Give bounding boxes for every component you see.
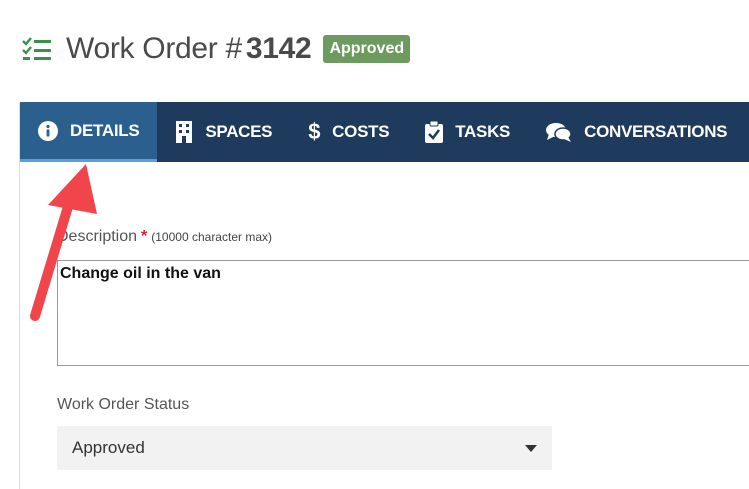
info-icon [38,120,58,141]
description-label-text: Description [57,228,138,245]
tab-spaces[interactable]: SPACES [157,102,290,162]
building-icon [175,121,193,143]
status-select-value: Approved [72,438,145,457]
tab-details[interactable]: DETAILS [20,102,158,162]
character-limit-hint: (10000 character max) [151,230,272,244]
clipboard-check-icon [425,121,444,143]
tab-bar: DETAILS SPACES $ COSTS TASKS CONVERSATIO… [20,102,749,162]
tab-conversations-label: CONVERSATIONS [584,122,728,141]
checklist-icon [22,36,52,62]
status-select[interactable]: Approved [57,426,552,470]
chevron-down-icon [525,444,537,452]
description-textarea[interactable]: Change oil in the van [57,260,749,366]
tab-costs[interactable]: $ COSTS [290,102,407,162]
required-marker: * [141,228,148,245]
tab-details-label: DETAILS [70,120,140,140]
comments-icon [546,122,572,142]
description-label: Description * (10000 character max) [57,228,272,246]
status-badge: Approved [323,35,411,63]
tab-spaces-label: SPACES [205,122,273,141]
dollar-icon: $ [308,119,321,144]
tab-costs-label: COSTS [332,122,390,141]
tab-tasks[interactable]: TASKS [407,102,528,162]
page-title: Work Order #3142 [66,32,312,66]
work-order-number: 3142 [245,32,312,65]
status-label: Work Order Status [57,396,190,413]
page-header: Work Order #3142 Approved [22,30,411,68]
tab-conversations[interactable]: CONVERSATIONS [528,102,745,162]
title-prefix: Work Order # [66,32,242,65]
tab-tasks-label: TASKS [455,122,511,141]
